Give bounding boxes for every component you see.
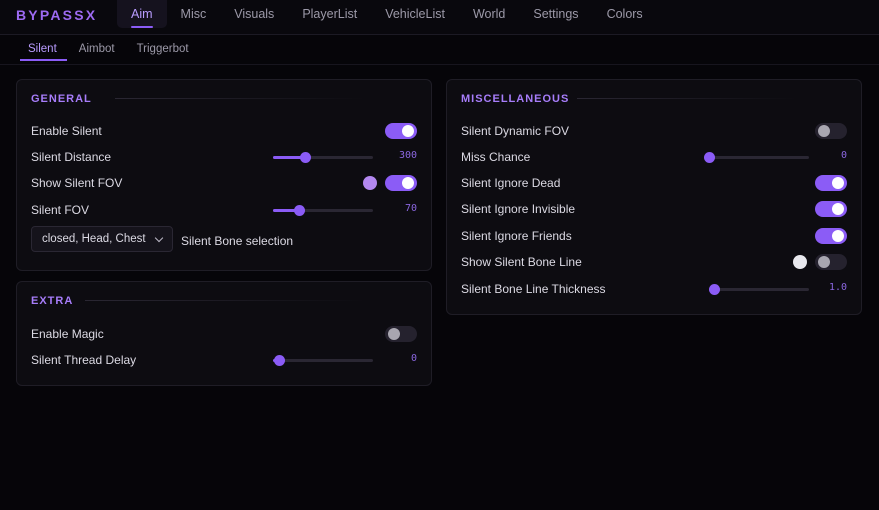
extra-panel: EXTRA Enable Magic Silent Thread Delay 0 [16, 281, 432, 386]
tab-visuals[interactable]: Visuals [220, 0, 288, 28]
tab-misc[interactable]: Misc [167, 0, 221, 28]
subtab-triggerbot[interactable]: Triggerbot [129, 36, 199, 64]
thread-delay-row: Silent Thread Delay 0 [31, 350, 417, 370]
bone-thickness-value: 1.0 [828, 282, 847, 293]
ignore-invisible-toggle[interactable] [815, 201, 847, 217]
sub-tabs-bar: Silent Aimbot Triggerbot [0, 36, 879, 65]
ignore-friends-toggle[interactable] [815, 228, 847, 244]
brand-logo: BYPASSX [16, 7, 98, 23]
subtab-aimbot[interactable]: Aimbot [71, 36, 125, 64]
dynamic-fov-row: Silent Dynamic FOV [461, 121, 847, 141]
bone-selection-row: closed, Head, Chest Silent Bone selectio… [31, 226, 417, 252]
show-silent-fov-row: Show Silent FOV [31, 173, 417, 193]
silent-fov-label: Silent FOV [31, 203, 90, 217]
main-tabs: Aim Misc Visuals PlayerList VehicleList … [117, 0, 657, 35]
chevron-down-icon [154, 233, 164, 243]
toggle-knob [832, 203, 844, 215]
ignore-invisible-label: Silent Ignore Invisible [461, 202, 576, 216]
thread-delay-slider[interactable] [273, 355, 373, 366]
tab-playerlist[interactable]: PlayerList [288, 0, 371, 28]
enable-magic-row: Enable Magic [31, 324, 417, 344]
tab-world[interactable]: World [459, 0, 519, 28]
ignore-invisible-row: Silent Ignore Invisible [461, 199, 847, 219]
section-divider [85, 300, 365, 301]
bone-line-toggle[interactable] [815, 254, 847, 270]
silent-distance-label: Silent Distance [31, 150, 112, 164]
miss-chance-slider[interactable] [704, 152, 809, 163]
subtab-silent[interactable]: Silent [20, 36, 67, 64]
ignore-dead-toggle[interactable] [815, 175, 847, 191]
general-panel: GENERAL Enable Silent Silent Distance 30… [16, 79, 432, 271]
bone-thickness-row: Silent Bone Line Thickness 1.0 [461, 279, 847, 299]
toggle-knob [402, 125, 414, 137]
section-divider [115, 98, 365, 99]
silent-fov-value: 70 [404, 203, 417, 214]
fov-color-picker[interactable] [363, 176, 377, 190]
slider-thumb[interactable] [300, 152, 311, 163]
toggle-knob [402, 177, 414, 189]
enable-magic-toggle[interactable] [385, 326, 417, 342]
silent-distance-row: Silent Distance 300 [31, 147, 417, 167]
miss-chance-row: Miss Chance 0 [461, 147, 847, 167]
slider-thumb[interactable] [709, 284, 720, 295]
toggle-knob [818, 256, 830, 268]
general-panel-title: GENERAL [31, 93, 92, 105]
bone-line-row: Show Silent Bone Line [461, 252, 847, 272]
slider-thumb[interactable] [294, 205, 305, 216]
toggle-knob [832, 177, 844, 189]
toggle-knob [832, 230, 844, 242]
enable-magic-label: Enable Magic [31, 327, 104, 341]
silent-distance-value: 300 [398, 150, 417, 161]
enable-silent-toggle[interactable] [385, 123, 417, 139]
bone-selection-label: Silent Bone selection [181, 234, 294, 248]
bone-line-label: Show Silent Bone Line [461, 255, 582, 269]
extra-panel-title: EXTRA [31, 295, 74, 307]
sub-tabs: Silent Aimbot Triggerbot [20, 36, 203, 64]
top-navigation-bar: BYPASSX Aim Misc Visuals PlayerList Vehi… [0, 0, 879, 35]
thread-delay-value: 0 [410, 353, 417, 364]
silent-distance-slider[interactable] [273, 152, 373, 163]
miss-chance-value: 0 [840, 150, 847, 161]
tab-aim[interactable]: Aim [117, 0, 167, 28]
ignore-dead-label: Silent Ignore Dead [461, 176, 561, 190]
show-silent-fov-toggle[interactable] [385, 175, 417, 191]
enable-silent-label: Enable Silent [31, 124, 102, 138]
toggle-knob [388, 328, 400, 340]
slider-thumb[interactable] [274, 355, 285, 366]
bone-thickness-slider[interactable] [709, 284, 809, 295]
dynamic-fov-label: Silent Dynamic FOV [461, 124, 570, 138]
thread-delay-label: Silent Thread Delay [31, 353, 137, 367]
miscellaneous-panel: MISCELLANEOUS Silent Dynamic FOV Miss Ch… [446, 79, 862, 315]
bone-thickness-label: Silent Bone Line Thickness [461, 282, 606, 296]
dynamic-fov-toggle[interactable] [815, 123, 847, 139]
enable-silent-row: Enable Silent [31, 121, 417, 141]
bone-line-color-picker[interactable] [793, 255, 807, 269]
tab-colors[interactable]: Colors [593, 0, 657, 28]
silent-fov-row: Silent FOV 70 [31, 200, 417, 220]
bone-selection-dropdown[interactable]: closed, Head, Chest [31, 226, 173, 252]
toggle-knob [818, 125, 830, 137]
slider-thumb[interactable] [704, 152, 715, 163]
misc-panel-title: MISCELLANEOUS [461, 93, 570, 105]
tab-vehiclelist[interactable]: VehicleList [371, 0, 459, 28]
ignore-friends-label: Silent Ignore Friends [461, 229, 572, 243]
section-divider [577, 98, 797, 99]
bone-selection-value: closed, Head, Chest [42, 233, 146, 245]
silent-fov-slider[interactable] [273, 205, 373, 216]
ignore-friends-row: Silent Ignore Friends [461, 226, 847, 246]
tab-settings[interactable]: Settings [519, 0, 592, 28]
ignore-dead-row: Silent Ignore Dead [461, 173, 847, 193]
show-silent-fov-label: Show Silent FOV [31, 176, 123, 190]
miss-chance-label: Miss Chance [461, 150, 531, 164]
